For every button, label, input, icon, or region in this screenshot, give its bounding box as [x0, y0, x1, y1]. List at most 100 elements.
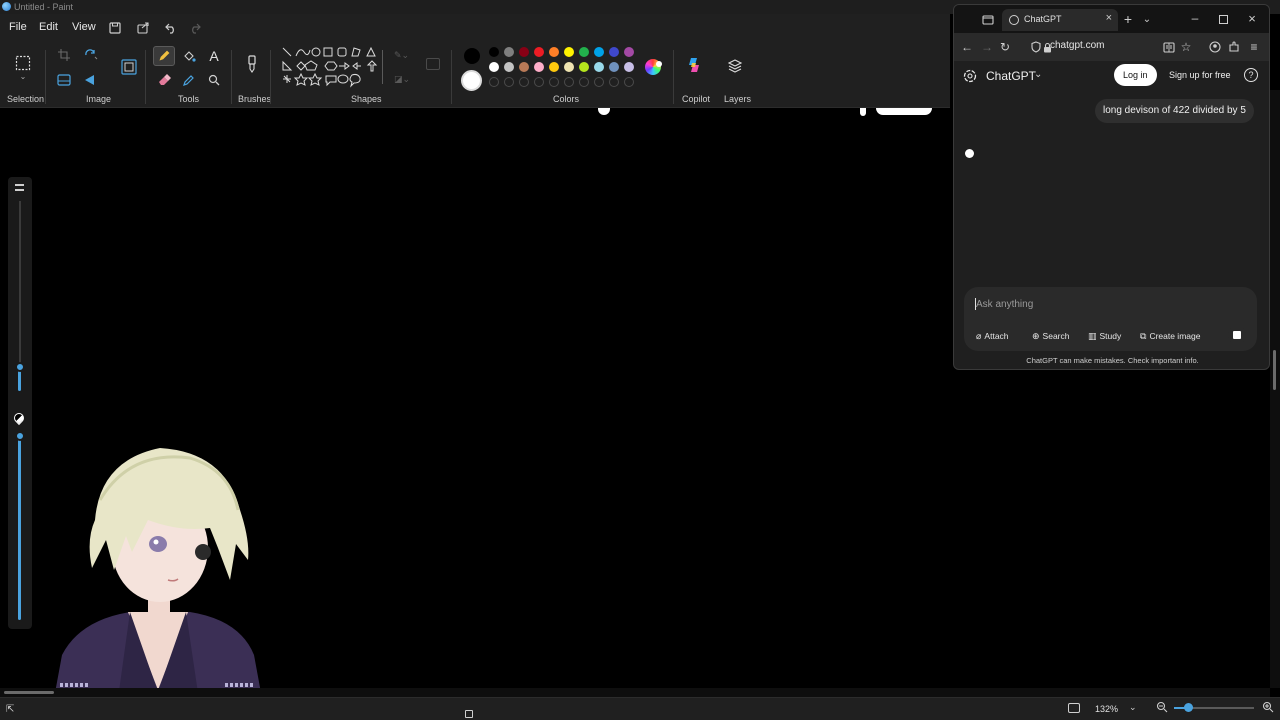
signup-button[interactable]: Sign up for free [1162, 64, 1238, 86]
color-swatch[interactable] [624, 62, 634, 72]
color-swatch[interactable] [609, 47, 619, 57]
back-icon[interactable]: ← [959, 39, 975, 55]
outline-icon[interactable]: ✎⌄ [394, 50, 409, 61]
color-swatch[interactable] [609, 62, 619, 72]
color-swatch[interactable] [534, 47, 544, 57]
redo-icon[interactable] [186, 19, 204, 37]
custom-color-slot[interactable] [594, 77, 604, 87]
fill-icon[interactable]: ◪⌄ [394, 74, 410, 85]
reader-view-icon[interactable] [1161, 39, 1177, 55]
zoom-level[interactable]: 132% [1095, 704, 1118, 714]
color-swatch[interactable] [564, 62, 574, 72]
custom-color-slot[interactable] [549, 77, 559, 87]
minimize-icon[interactable]: – [1187, 10, 1203, 26]
tab-chatgpt[interactable]: ChatGPT × [1002, 9, 1118, 31]
bookmark-star-icon[interactable]: ☆ [1178, 39, 1194, 55]
fit-to-window-icon[interactable] [1068, 703, 1080, 713]
model-selector[interactable]: ChatGPT [986, 69, 1036, 83]
opacity-slider-thumb[interactable] [15, 431, 25, 441]
save-icon[interactable] [106, 19, 124, 37]
pencil-icon[interactable] [153, 46, 175, 66]
color-swatch[interactable] [504, 62, 514, 72]
custom-color-slot[interactable] [519, 77, 529, 87]
color-swatch[interactable] [549, 47, 559, 57]
close-window-icon[interactable]: × [1244, 10, 1260, 26]
share-icon[interactable] [134, 19, 152, 37]
scroll-thumb[interactable] [4, 691, 54, 694]
study-button[interactable]: ▥ Study [1088, 327, 1121, 345]
menu-hamburger-icon[interactable]: ≡ [1246, 39, 1262, 55]
close-tab-icon[interactable]: × [1106, 12, 1112, 24]
color-swatch[interactable] [519, 47, 529, 57]
extensions-icon[interactable] [1226, 39, 1242, 55]
rotate-icon[interactable] [80, 45, 102, 65]
tab-list-icon[interactable]: ⌄ [1139, 11, 1155, 27]
eraser-icon[interactable] [153, 70, 175, 90]
zoom-out-icon[interactable] [1156, 701, 1168, 716]
vertical-scrollbar[interactable] [1270, 90, 1280, 688]
color-swatch[interactable] [489, 62, 499, 72]
login-button[interactable]: Log in [1114, 64, 1157, 86]
search-button[interactable]: ⊕ Search [1032, 327, 1069, 345]
text-tool-icon[interactable]: A [203, 46, 225, 66]
chat-input[interactable]: Ask anything [976, 299, 1033, 310]
shape-size-icon[interactable] [426, 58, 440, 70]
custom-color-slot[interactable] [534, 77, 544, 87]
model-dropdown-icon[interactable]: ⌄ [1034, 69, 1042, 80]
selection-dropdown-icon[interactable]: ⌄ [15, 70, 31, 82]
color-swatch[interactable] [519, 62, 529, 72]
horizontal-scrollbar[interactable] [0, 688, 1270, 697]
undo-icon[interactable] [162, 19, 180, 37]
brush-icon[interactable] [241, 52, 263, 76]
resize-icon[interactable] [118, 57, 140, 77]
zoom-dropdown-icon[interactable]: ⌄ [1129, 702, 1137, 713]
color-swatch[interactable] [579, 47, 589, 57]
maximize-icon[interactable] [1215, 11, 1231, 27]
url-field[interactable]: chatgpt.com [1050, 40, 1104, 51]
color-swatch[interactable] [624, 47, 634, 57]
tab-actions-icon[interactable] [980, 11, 996, 27]
primary-color[interactable] [464, 48, 480, 64]
zoom-in-icon[interactable] [1262, 701, 1274, 716]
zoom-slider-thumb[interactable] [1184, 703, 1193, 712]
stop-generating-button[interactable] [1228, 326, 1246, 344]
shapes-scrollbar[interactable] [382, 50, 383, 84]
help-icon[interactable]: ? [1244, 68, 1258, 82]
crop-icon[interactable] [53, 45, 75, 65]
size-slider-track[interactable] [19, 201, 21, 371]
attach-button[interactable]: ⌀ Attach [976, 327, 1009, 345]
menu-edit[interactable]: Edit [39, 21, 58, 33]
size-slider-thumb[interactable] [15, 362, 25, 372]
custom-color-slot[interactable] [624, 77, 634, 87]
color-swatch[interactable] [594, 62, 604, 72]
color-swatch[interactable] [534, 62, 544, 72]
color-swatch[interactable] [504, 47, 514, 57]
copilot-icon[interactable] [683, 54, 705, 76]
image-background-icon[interactable] [53, 70, 75, 90]
color-swatch[interactable] [579, 62, 589, 72]
menu-file[interactable]: File [9, 21, 27, 33]
forward-icon[interactable]: → [979, 39, 995, 55]
account-icon[interactable] [1207, 39, 1223, 55]
custom-color-slot[interactable] [489, 77, 499, 87]
color-picker-icon[interactable] [178, 70, 200, 90]
custom-color-slot[interactable] [564, 77, 574, 87]
color-swatch[interactable] [489, 47, 499, 57]
menu-view[interactable]: View [72, 21, 96, 33]
scroll-thumb[interactable] [1273, 350, 1276, 390]
custom-color-slot[interactable] [504, 77, 514, 87]
secondary-color[interactable] [461, 70, 482, 91]
reload-icon[interactable]: ↻ [997, 39, 1013, 55]
magnifier-icon[interactable] [203, 70, 225, 90]
openai-logo-icon[interactable] [963, 69, 977, 86]
create-image-button[interactable]: ⧉ Create image [1140, 327, 1200, 345]
fill-bucket-icon[interactable] [178, 46, 200, 66]
color-swatch[interactable] [594, 47, 604, 57]
color-swatch[interactable] [564, 47, 574, 57]
layers-icon[interactable] [724, 56, 746, 76]
custom-color-slot[interactable] [609, 77, 619, 87]
flip-icon[interactable] [80, 70, 102, 90]
color-swatch[interactable] [549, 62, 559, 72]
custom-color-slot[interactable] [579, 77, 589, 87]
new-tab-icon[interactable]: + [1120, 11, 1136, 27]
